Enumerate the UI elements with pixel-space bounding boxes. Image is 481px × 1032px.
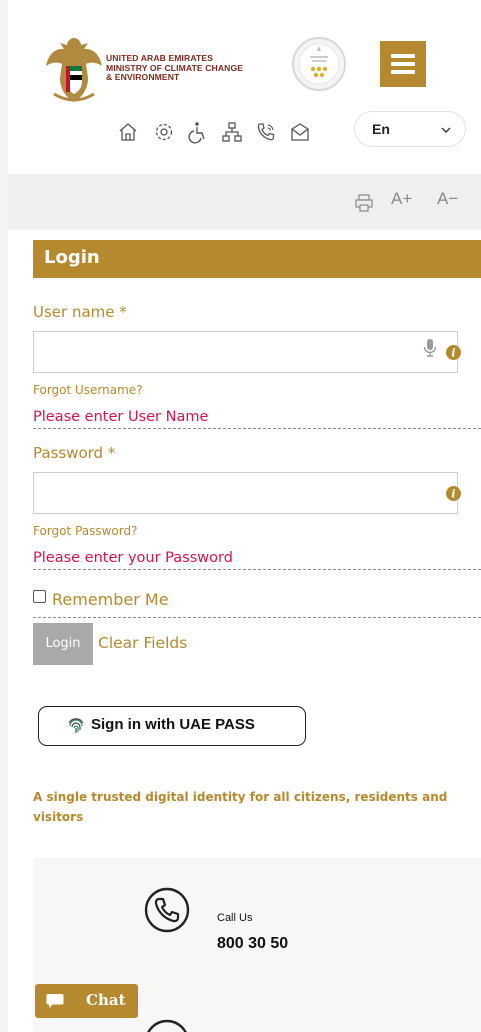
ministry-name: UNITED ARAB EMIRATES MINISTRY OF CLIMATE… bbox=[106, 53, 276, 83]
page: UNITED ARAB EMIRATES MINISTRY OF CLIMATE… bbox=[8, 8, 481, 1032]
call-us-number[interactable]: 800 30 50 bbox=[217, 935, 288, 953]
remember-me-label[interactable]: Remember Me bbox=[52, 590, 169, 609]
uae-pass-tagline: A single trusted digital identity for al… bbox=[33, 790, 448, 824]
uae-pass-button[interactable]: Sign in with UAE PASS bbox=[38, 706, 306, 746]
visit-location-icon bbox=[147, 1019, 187, 1032]
seal-icon bbox=[292, 37, 346, 91]
hamburger-menu-icon[interactable] bbox=[380, 41, 426, 87]
sitemap-icon[interactable] bbox=[220, 120, 244, 144]
forgot-password-link[interactable]: Forgot Password? bbox=[33, 524, 137, 538]
language-selected: En bbox=[372, 121, 390, 137]
clear-fields-button[interactable]: Clear Fields bbox=[98, 634, 187, 652]
password-label: Password * bbox=[33, 444, 116, 462]
username-error: Please enter User Name bbox=[33, 409, 481, 429]
home-icon[interactable] bbox=[116, 120, 140, 144]
microphone-icon[interactable] bbox=[423, 338, 437, 358]
language-select[interactable]: En bbox=[354, 111, 466, 147]
accessibility-bar: A+ A− bbox=[8, 174, 481, 230]
site-header: UNITED ARAB EMIRATES MINISTRY OF CLIMATE… bbox=[8, 8, 481, 174]
emblem-icon[interactable] bbox=[44, 34, 104, 106]
print-icon[interactable] bbox=[354, 193, 374, 213]
call-us-phone-icon[interactable] bbox=[143, 886, 191, 934]
login-title: Login bbox=[44, 247, 100, 268]
left-rail bbox=[0, 0, 8, 1032]
mail-icon[interactable] bbox=[288, 120, 312, 144]
fingerprint-icon bbox=[68, 718, 84, 733]
password-error: Please enter your Password bbox=[33, 550, 481, 570]
chevron-down-icon bbox=[441, 127, 451, 133]
info-icon[interactable]: i bbox=[446, 486, 461, 501]
forgot-username-link[interactable]: Forgot Username? bbox=[33, 383, 143, 397]
password-input[interactable] bbox=[33, 472, 458, 514]
login-header: Login bbox=[33, 240, 481, 278]
svg-text:i: i bbox=[451, 488, 455, 501]
accessibility-icon[interactable] bbox=[186, 120, 210, 144]
uae-pass-label: Sign in with UAE PASS bbox=[91, 716, 255, 733]
chat-label: Chat bbox=[86, 991, 126, 1009]
settings-icon[interactable] bbox=[152, 120, 176, 144]
svg-text:i: i bbox=[451, 347, 455, 360]
info-icon[interactable]: i bbox=[446, 345, 461, 360]
increase-text-button[interactable]: A+ bbox=[391, 189, 412, 209]
remember-me-row: Remember Me bbox=[33, 588, 481, 618]
login-button[interactable]: Login bbox=[33, 623, 93, 665]
decrease-text-button[interactable]: A− bbox=[437, 189, 458, 209]
remember-me-checkbox[interactable] bbox=[33, 590, 46, 603]
phone-icon[interactable] bbox=[254, 120, 278, 144]
chat-bubble-icon bbox=[46, 994, 64, 1008]
ministry-line: & ENVIRONMENT bbox=[106, 72, 180, 83]
username-input[interactable] bbox=[33, 331, 458, 373]
username-label: User name * bbox=[33, 303, 127, 321]
call-us-label: Call Us bbox=[217, 912, 253, 924]
chat-button[interactable]: Chat bbox=[35, 984, 138, 1018]
